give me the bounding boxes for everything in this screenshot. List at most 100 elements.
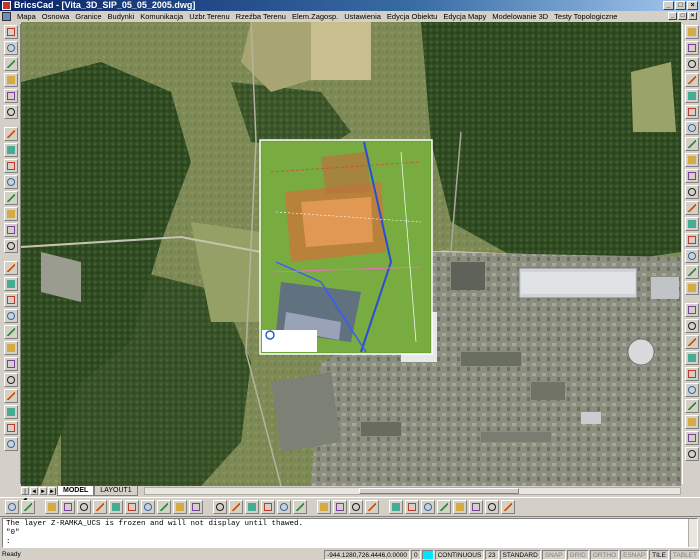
menu-edycja-obiektu[interactable]: Edycja Obiektu [384,11,440,22]
menu-mapa[interactable]: Mapa [14,11,39,22]
scroll-thumb[interactable] [358,488,520,494]
mirror-button[interactable] [684,153,699,167]
layer-manager-button[interactable] [245,500,259,514]
point-button[interactable] [3,341,18,355]
zoom-in-button[interactable] [77,500,91,514]
raster-adjust-button[interactable] [349,500,363,514]
layers-button[interactable] [684,415,699,429]
tablet-toggle[interactable]: TABLET [669,549,700,560]
copy-button[interactable] [684,137,699,151]
pan-hand-button[interactable] [45,500,59,514]
tab-last-button[interactable]: ►| [48,487,57,495]
zoom-button[interactable] [3,159,18,173]
menu-komunikacja[interactable]: Komunikacja [137,11,186,22]
zoom-window-button[interactable] [109,500,123,514]
web-button[interactable] [389,500,403,514]
regen-button[interactable] [684,399,699,413]
break-button[interactable] [684,249,699,263]
command-line[interactable]: The layer Z-RAMKA_UCS is frozen and will… [2,518,698,548]
circle-button[interactable] [684,25,699,39]
hatch-button[interactable] [684,431,699,445]
tab-first-button[interactable]: |◄ [21,487,29,503]
export-button[interactable] [3,421,18,435]
tile-toggle[interactable]: TILE [649,549,669,560]
chamfer-button[interactable] [684,265,699,279]
raster-frame-button[interactable] [333,500,347,514]
grid-toggle[interactable]: GRID [566,549,589,560]
menu-budynki[interactable]: Budynki [105,11,138,22]
stretch-button[interactable] [684,201,699,215]
tab-prev-button[interactable]: ◄ [30,487,38,495]
zoom-extents-button[interactable] [141,500,155,514]
properties-button[interactable] [3,25,18,39]
text-button[interactable] [3,223,18,237]
document-menu-icon[interactable] [2,12,11,21]
tab-layout1[interactable]: LAYOUT1 [94,486,138,496]
label-button[interactable] [3,127,18,141]
raster-button[interactable] [293,500,307,514]
globe-button[interactable] [365,500,379,514]
layer-previous-button[interactable] [261,500,275,514]
help-button[interactable] [3,437,18,451]
drawing-canvas[interactable] [21,22,681,486]
point-button[interactable] [684,89,699,103]
command-prompt[interactable]: : [6,538,694,547]
move-button[interactable] [684,121,699,135]
scale-button[interactable] [684,185,699,199]
zoom-scale-button[interactable] [173,500,187,514]
building-button[interactable] [3,57,18,71]
menu-edycja-mapy[interactable]: Edycja Mapy [440,11,489,22]
maximize-button[interactable]: □ [675,1,686,10]
offset-button[interactable] [684,335,699,349]
snap-button[interactable] [3,373,18,387]
menu-modelowanie-3d[interactable]: Modelowanie 3D [489,11,551,22]
attribute-button[interactable] [3,277,18,291]
layer-color-swatch[interactable] [421,549,434,560]
current-layer[interactable]: 0 [410,549,421,560]
redo-button[interactable] [684,383,699,397]
area-button[interactable] [3,325,18,339]
save-button[interactable] [485,500,499,514]
array-button[interactable] [684,319,699,333]
explode-button[interactable] [684,303,699,317]
zoom-out-button[interactable] [93,500,107,514]
rotate-button[interactable] [684,169,699,183]
ortho-button[interactable] [3,389,18,403]
tab-model[interactable]: MODEL [57,486,95,496]
lineweight-field[interactable]: 23 [485,549,499,560]
zoom-previous-button[interactable] [125,500,139,514]
road-button[interactable] [3,73,18,87]
line-button[interactable] [684,41,699,55]
block-button[interactable] [3,239,18,253]
settings-button[interactable] [437,500,451,514]
zoom-realtime-button[interactable] [61,500,75,514]
esnap-toggle[interactable]: ESNAP [620,549,649,560]
redraw-button[interactable] [189,500,203,514]
tab-next-button[interactable]: ► [39,487,47,495]
doc-close-button[interactable]: × [688,12,697,20]
grid-button[interactable] [3,357,18,371]
hatch-button[interactable] [3,293,18,307]
command-scrollbar[interactable] [688,519,697,547]
snap-toggle[interactable]: SNAP [541,549,566,560]
minimize-button[interactable]: _ [663,1,674,10]
zoom-all-button[interactable] [157,500,171,514]
ortho-toggle[interactable]: ORTHO [589,549,620,560]
polyline-button[interactable] [684,57,699,71]
database-button[interactable] [405,500,419,514]
horizontal-scrollbar[interactable] [143,487,681,495]
doc-restore-button[interactable]: □ [678,12,687,20]
extend-button[interactable] [684,233,699,247]
polyline-tool-button[interactable] [21,500,35,514]
raster-clip-button[interactable] [317,500,331,514]
print-button[interactable] [453,500,467,514]
pan-button[interactable] [3,175,18,189]
menu-uzbr-terenu[interactable]: Uzbr.Terenu [186,11,232,22]
trim-button[interactable] [684,217,699,231]
report-button[interactable] [421,500,435,514]
edit-button[interactable] [3,207,18,221]
draw-button[interactable] [3,191,18,205]
layer-button[interactable] [3,41,18,55]
dimension-button[interactable] [3,309,18,323]
text-button[interactable] [684,447,699,461]
